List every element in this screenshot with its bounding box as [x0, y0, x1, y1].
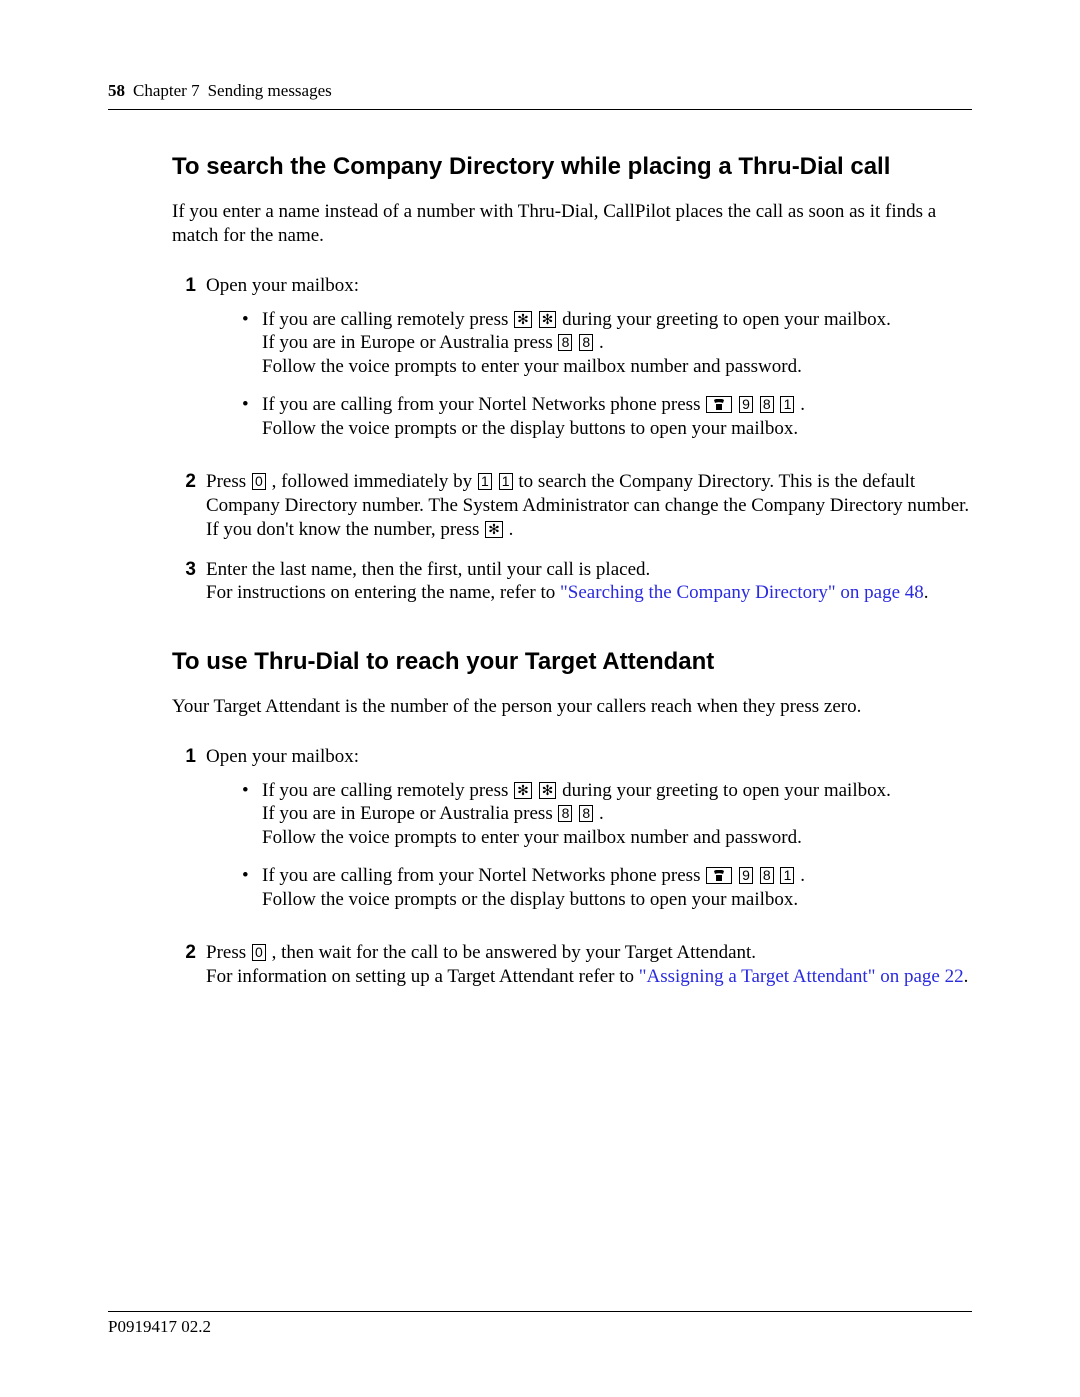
text-run: . — [800, 394, 805, 415]
text-run: . — [599, 803, 604, 824]
text-run: If you are calling from your Nortel Netw… — [262, 865, 705, 886]
step-lead: Open your mailbox: — [206, 746, 359, 767]
step-body: Press 0 , followed immediately by 1 1 to… — [206, 470, 972, 541]
page: 58 Chapter 7 Sending messages To search … — [0, 0, 1080, 1397]
step-2: 2 Press 0 , followed immediately by 1 1 … — [172, 470, 972, 541]
bullet-icon: • — [242, 393, 262, 441]
key-1-icon: 1 — [499, 473, 513, 490]
section-heading: To search the Company Directory while pl… — [172, 152, 972, 182]
step-lead: Open your mailbox: — [206, 275, 359, 296]
text-run: . — [509, 519, 514, 540]
key-1-icon: 1 — [478, 473, 492, 490]
running-header: 58 Chapter 7 Sending messages — [108, 80, 972, 101]
text-run: Follow the voice prompts or the display … — [262, 889, 798, 910]
cross-reference-link[interactable]: "Searching the Company Directory" on pag… — [560, 582, 924, 603]
page-number: 58 — [108, 80, 125, 101]
key-star-icon: ✻ — [539, 311, 557, 328]
text-run: Follow the voice prompts to enter your m… — [262, 827, 802, 848]
key-star-icon: ✻ — [485, 521, 503, 538]
text-run: Press — [206, 942, 251, 963]
text-run: If you are in Europe or Australia press — [262, 803, 557, 824]
key-8-icon: 8 — [760, 867, 774, 884]
text-run: . — [924, 582, 929, 603]
step-number: 3 — [172, 558, 196, 606]
step-body: Open your mailbox: • If you are calling … — [206, 274, 972, 455]
document-number: P0919417 02.2 — [108, 1316, 972, 1337]
text-run: If you are calling remotely press — [262, 780, 513, 801]
step-number: 2 — [172, 470, 196, 541]
key-star-icon: ✻ — [539, 782, 557, 799]
text-run: , followed immediately by — [272, 471, 477, 492]
cross-reference-link[interactable]: "Assigning a Target Attendant" on page 2… — [639, 966, 964, 987]
step-1: 1 Open your mailbox: • If you are callin… — [172, 745, 972, 926]
page-footer: P0919417 02.2 — [108, 1311, 972, 1337]
step-body: Press 0 , then wait for the call to be a… — [206, 941, 972, 989]
key-star-icon: ✻ — [514, 311, 532, 328]
text-run: For instructions on entering the name, r… — [206, 582, 560, 603]
text-run: If you are calling from your Nortel Netw… — [262, 394, 705, 415]
bullet-icon: • — [242, 779, 262, 850]
ordered-list: 1 Open your mailbox: • If you are callin… — [172, 745, 972, 989]
key-star-icon: ✻ — [514, 782, 532, 799]
sub-list: • If you are calling remotely press ✻ ✻ … — [242, 779, 972, 912]
list-item: • If you are calling from your Nortel Ne… — [242, 864, 972, 912]
list-item: • If you are calling remotely press ✻ ✻ … — [242, 308, 972, 379]
step-body: Enter the last name, then the first, unt… — [206, 558, 972, 606]
text-run: during your greeting to open your mailbo… — [562, 780, 891, 801]
list-text: If you are calling from your Nortel Netw… — [262, 393, 972, 441]
key-feature-icon — [706, 867, 732, 884]
step-number: 2 — [172, 941, 196, 989]
key-8-icon: 8 — [579, 334, 593, 351]
text-run: Follow the voice prompts to enter your m… — [262, 356, 802, 377]
section-intro: If you enter a name instead of a number … — [172, 200, 972, 248]
ordered-list: 1 Open your mailbox: • If you are callin… — [172, 274, 972, 605]
step-number: 1 — [172, 274, 196, 455]
key-0-icon: 0 — [252, 944, 266, 961]
list-text: If you are calling remotely press ✻ ✻ du… — [262, 308, 972, 379]
bullet-icon: • — [242, 864, 262, 912]
text-run: . — [964, 966, 969, 987]
text-run: If you are calling remotely press — [262, 309, 513, 330]
text-run: . — [800, 865, 805, 886]
text-run: Enter the last name, then the first, unt… — [206, 559, 650, 580]
key-feature-icon — [706, 396, 732, 413]
step-2: 2 Press 0 , then wait for the call to be… — [172, 941, 972, 989]
key-9-icon: 9 — [739, 396, 753, 413]
list-text: If you are calling remotely press ✻ ✻ du… — [262, 779, 972, 850]
key-1-icon: 1 — [780, 867, 794, 884]
key-1-icon: 1 — [780, 396, 794, 413]
chapter-title: Sending messages — [208, 80, 332, 101]
text-run: Follow the voice prompts or the display … — [262, 418, 798, 439]
text-run: . — [599, 332, 604, 353]
list-item: • If you are calling remotely press ✻ ✻ … — [242, 779, 972, 850]
step-1: 1 Open your mailbox: • If you are callin… — [172, 274, 972, 455]
chapter-label: Chapter 7 — [133, 80, 200, 101]
sub-list: • If you are calling remotely press ✻ ✻ … — [242, 308, 972, 441]
step-3: 3 Enter the last name, then the first, u… — [172, 558, 972, 606]
text-run: Press — [206, 471, 251, 492]
step-number: 1 — [172, 745, 196, 926]
key-9-icon: 9 — [739, 867, 753, 884]
list-item: • If you are calling from your Nortel Ne… — [242, 393, 972, 441]
key-0-icon: 0 — [252, 473, 266, 490]
text-run: , then wait for the call to be answered … — [272, 942, 756, 963]
text-run: If you are in Europe or Australia press — [262, 332, 557, 353]
key-8-icon: 8 — [558, 805, 572, 822]
section-intro: Your Target Attendant is the number of t… — [172, 695, 972, 719]
key-8-icon: 8 — [579, 805, 593, 822]
text-run: during your greeting to open your mailbo… — [562, 309, 891, 330]
section-heading: To use Thru-Dial to reach your Target At… — [172, 647, 972, 677]
text-run: For information on setting up a Target A… — [206, 966, 639, 987]
step-body: Open your mailbox: • If you are calling … — [206, 745, 972, 926]
key-8-icon: 8 — [558, 334, 572, 351]
footer-rule — [108, 1311, 972, 1312]
list-text: If you are calling from your Nortel Netw… — [262, 864, 972, 912]
key-8-icon: 8 — [760, 396, 774, 413]
bullet-icon: • — [242, 308, 262, 379]
header-rule — [108, 109, 972, 110]
